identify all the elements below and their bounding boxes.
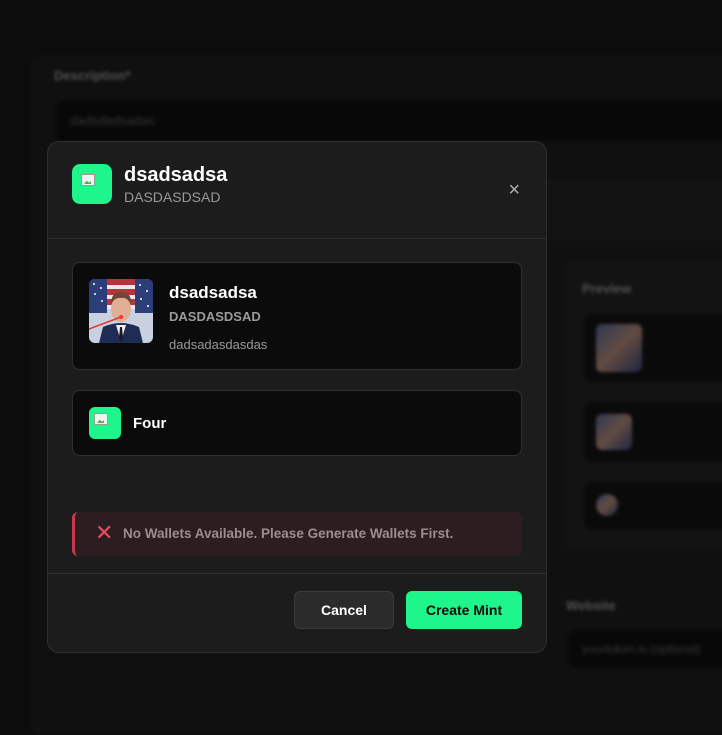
platform-option[interactable]: Four <box>72 390 522 456</box>
token-summary-card: dsadsadsa DASDASDSAD dadsadasdasdas <box>72 262 522 370</box>
description-input[interactable]: dadsdadsadas <box>56 100 722 142</box>
error-alert: ✕ No Wallets Available. Please Generate … <box>72 512 522 556</box>
error-message: No Wallets Available. Please Generate Wa… <box>123 526 454 541</box>
token-description: dadsadasdasdas <box>169 337 268 352</box>
create-mint-modal: dsadsadsa DASDASDSAD × dsadsadsa DASDASD… <box>47 141 547 653</box>
token-image <box>89 279 153 343</box>
broken-image-icon <box>94 413 108 425</box>
create-mint-button[interactable]: Create Mint <box>406 591 522 629</box>
preview-thumbnail <box>596 324 642 372</box>
modal-footer: Cancel Create Mint <box>48 573 546 652</box>
token-symbol: DASDASDSAD <box>169 309 261 324</box>
platform-logo <box>89 407 121 439</box>
website-input[interactable]: yourtoken.io (optional) <box>568 630 722 668</box>
preview-label: Preview <box>582 281 632 296</box>
website-label: Website <box>566 598 616 613</box>
modal-header: dsadsadsa DASDASDSAD × <box>48 142 546 239</box>
token-logo <box>72 164 112 204</box>
modal-subtitle: DASDASDSAD <box>124 189 221 205</box>
portrait-image <box>89 279 153 343</box>
cancel-button[interactable]: Cancel <box>294 591 394 629</box>
broken-image-icon <box>81 174 95 186</box>
description-label: Description* <box>54 68 131 83</box>
error-x-icon: ✕ <box>95 520 114 545</box>
close-icon[interactable]: × <box>508 180 520 200</box>
preview-thumbnail <box>596 414 632 450</box>
platform-name: Four <box>133 415 167 432</box>
preview-thumbnail <box>596 494 618 516</box>
modal-title: dsadsadsa <box>124 164 228 186</box>
token-name: dsadsadsa <box>169 283 257 302</box>
